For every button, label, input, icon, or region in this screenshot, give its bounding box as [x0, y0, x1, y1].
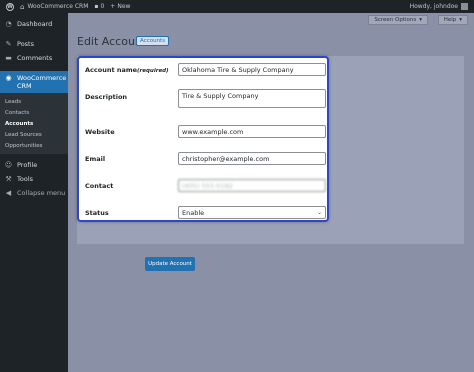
description-label: Description [85, 93, 128, 101]
website-label: Website [85, 128, 115, 136]
submenu-item-leads[interactable]: Leads [0, 96, 68, 107]
submenu-item-opportunities[interactable]: Opportunities [0, 140, 68, 151]
user-icon: ☺ [4, 161, 13, 169]
pin-icon: ✎ [5, 40, 12, 48]
submenu-item-contacts[interactable]: Contacts [0, 107, 68, 118]
home-icon: ⌂ [20, 2, 25, 11]
sidebar-item-posts[interactable]: ✎ Posts [0, 37, 68, 51]
collapse-menu-button[interactable]: ◀ Collapse menu [0, 186, 68, 200]
submenu-item-accounts[interactable]: Accounts [0, 118, 68, 129]
sidebar-item-tools[interactable]: ⚒ Tools [0, 172, 68, 186]
website-input[interactable]: www.example.com [178, 125, 326, 138]
comments-link[interactable]: ▪ 0 [94, 3, 104, 10]
screen-options-button[interactable]: Screen Options ▾ [368, 15, 428, 25]
admin-sidebar: ◔ Dashboard ✎ Posts ▬ Comments ◉ WooComm… [0, 13, 68, 372]
contact-input[interactable]: (405) 555-0182 [178, 179, 326, 192]
comment-icon: ▪ [94, 3, 99, 10]
wordpress-logo-icon[interactable]: W [6, 2, 14, 11]
chevron-down-icon: ▾ [459, 17, 462, 23]
description-textarea[interactable]: Tire & Supply Company [178, 89, 326, 108]
contact-label: Contact [85, 182, 114, 190]
edit-account-form: Account name(required) Oklahoma Tire & S… [77, 56, 329, 222]
collapse-icon: ◀ [5, 189, 12, 197]
crm-submenu: Leads Contacts Accounts Lead Sources Opp… [0, 93, 68, 154]
status-select[interactable]: Enable ⌄ [178, 206, 326, 219]
plus-icon: + [110, 3, 116, 10]
update-account-button[interactable]: Update Account [145, 257, 195, 271]
new-content-link[interactable]: + New [110, 3, 130, 10]
account-name-input[interactable]: Oklahoma Tire & Supply Company [178, 63, 326, 76]
chevron-down-icon: ⌄ [316, 209, 322, 216]
chevron-down-icon: ▾ [419, 17, 422, 23]
admin-bar: W ⌂ WooCommerce CRM ▪ 0 + New Howdy, joh… [0, 0, 474, 13]
email-label: Email [85, 155, 106, 163]
accounts-link-button[interactable]: Accounts [136, 36, 170, 46]
sidebar-item-dashboard[interactable]: ◔ Dashboard [0, 17, 68, 31]
account-name-label: Account name(required) [85, 66, 169, 74]
email-input[interactable]: christopher@example.com [178, 152, 326, 165]
help-button[interactable]: Help ▾ [437, 15, 468, 25]
site-name-link[interactable]: ⌂ WooCommerce CRM [20, 3, 88, 11]
status-label: Status [85, 209, 109, 217]
sidebar-item-profile[interactable]: ☺ Profile [0, 158, 68, 172]
sidebar-item-comments[interactable]: ▬ Comments [0, 51, 68, 65]
sidebar-item-woocommerce-crm[interactable]: ◉ WooCommerce CRM [0, 71, 68, 93]
comment-icon: ▬ [5, 54, 12, 62]
account-menu[interactable]: Howdy, johndoe [410, 3, 468, 10]
submenu-item-lead-sources[interactable]: Lead Sources [0, 129, 68, 140]
wrench-icon: ⚒ [5, 175, 12, 183]
crm-icon: ◉ [5, 74, 12, 82]
avatar [461, 3, 468, 10]
required-marker: (required) [137, 68, 169, 74]
dashboard-icon: ◔ [5, 20, 12, 28]
